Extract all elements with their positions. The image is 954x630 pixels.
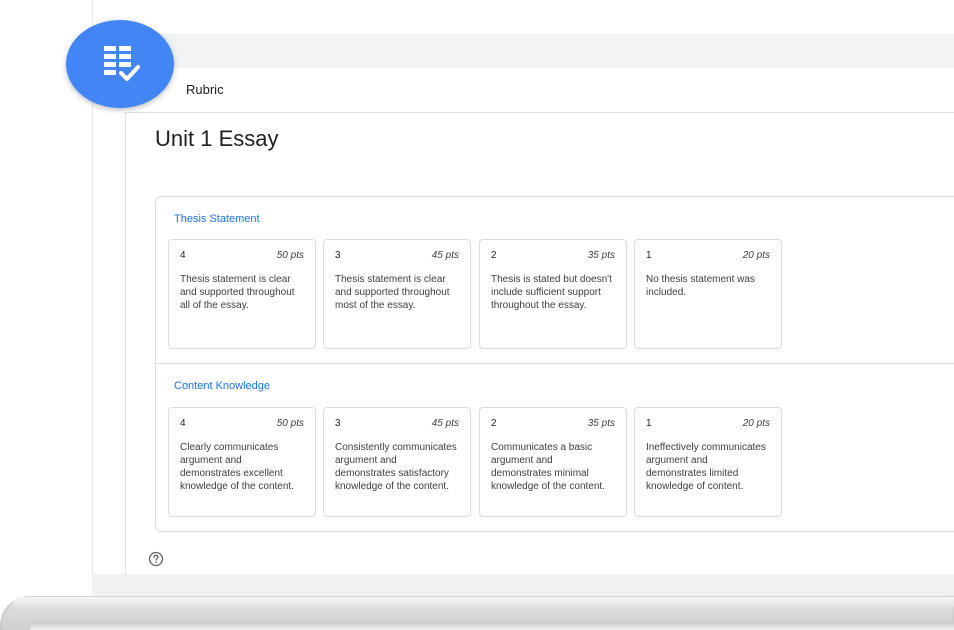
level-points: 50 pts	[276, 418, 304, 429]
level-points: 45 pts	[431, 250, 459, 261]
level-card[interactable]: 1 20 pts No thesis statement was include…	[634, 239, 782, 349]
level-card[interactable]: 2 35 pts Thesis is stated but doesn't in…	[479, 239, 627, 349]
level-description: Thesis is stated but doesn't include suf…	[491, 274, 612, 311]
level-score: 1	[646, 250, 652, 261]
level-points: 35 pts	[587, 418, 615, 429]
level-card[interactable]: 1 20 pts Ineffectively communicates argu…	[634, 407, 782, 517]
level-description: Ineffectively communicates argument and …	[646, 442, 766, 492]
criterion-title[interactable]: Thesis Statement	[174, 213, 260, 225]
page-title: Unit 1 Essay	[155, 126, 279, 151]
level-points: 20 pts	[742, 418, 770, 429]
level-score: 2	[491, 418, 497, 429]
level-score: 2	[491, 250, 497, 261]
level-description: Communicates a basic argument and demons…	[491, 442, 605, 492]
rubric-checklist-icon	[104, 46, 140, 81]
level-score: 4	[180, 418, 186, 429]
level-points: 50 pts	[276, 250, 304, 261]
level-score: 3	[335, 250, 341, 261]
help-icon[interactable]	[148, 551, 164, 567]
criterion-thesis-statement: Thesis Statement 4 50 pts Thesis stateme…	[156, 197, 954, 363]
level-card[interactable]: 4 50 pts Thesis statement is clear and s…	[168, 239, 316, 349]
level-score: 1	[646, 418, 652, 429]
app-top-strip	[126, 34, 954, 68]
level-card[interactable]: 4 50 pts Clearly communicates argument a…	[168, 407, 316, 517]
level-description: Thesis statement is clear and supported …	[180, 274, 295, 311]
criterion-title[interactable]: Content Knowledge	[174, 380, 270, 392]
level-points: 45 pts	[431, 418, 459, 429]
criterion-content-knowledge: Content Knowledge 4 50 pts Clearly commu…	[156, 363, 954, 530]
left-rail-divider	[125, 112, 126, 574]
header-title: Rubric	[186, 82, 224, 97]
level-card[interactable]: 3 45 pts Thesis statement is clear and s…	[323, 239, 471, 349]
rubric-app-badge	[66, 20, 174, 108]
level-description: Clearly communicates argument and demons…	[180, 442, 294, 492]
rubric-container: Thesis Statement 4 50 pts Thesis stateme…	[155, 196, 954, 532]
level-points: 35 pts	[587, 250, 615, 261]
laptop-base-lip	[12, 597, 954, 607]
level-points: 20 pts	[742, 250, 770, 261]
level-description: Consistently communicates argument and d…	[335, 442, 457, 492]
laptop-base-shadow	[30, 622, 954, 630]
level-description: Thesis statement is clear and supported …	[335, 274, 450, 311]
level-card[interactable]: 3 45 pts Consistently communicates argum…	[323, 407, 471, 517]
level-description: No thesis statement was included.	[646, 274, 755, 298]
app-header: Rubric	[126, 68, 954, 113]
level-card[interactable]: 2 35 pts Communicates a basic argument a…	[479, 407, 627, 517]
level-score: 3	[335, 418, 341, 429]
level-score: 4	[180, 250, 186, 261]
